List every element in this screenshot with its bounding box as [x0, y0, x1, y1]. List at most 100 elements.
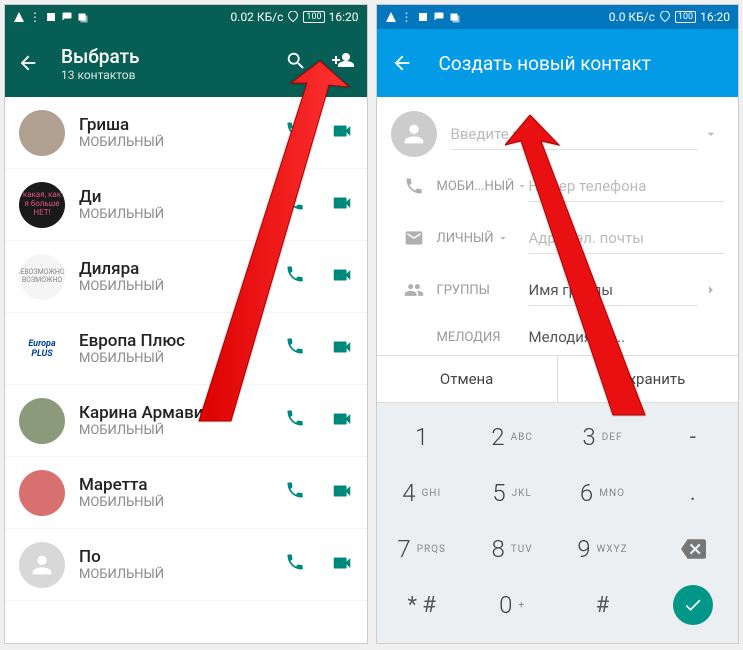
- avatar: [19, 542, 65, 588]
- group-label: ГРУППЫ: [437, 283, 529, 298]
- name-field[interactable]: Введите имя: [451, 119, 699, 150]
- call-icon[interactable]: [285, 192, 305, 218]
- dialpad-key[interactable]: 8TUV: [467, 521, 557, 577]
- contact-name: Гриша: [79, 115, 285, 135]
- contact-name: Диляра: [79, 259, 285, 279]
- dialpad-key[interactable]: 4GHI: [377, 465, 467, 521]
- contact-name: Маретта: [79, 475, 285, 495]
- ringtone-field[interactable]: Мелодия по...: [529, 322, 725, 352]
- email-icon: [391, 228, 437, 248]
- email-type-label[interactable]: ЛИЧНЫЙ: [437, 231, 529, 246]
- dialpad-key[interactable]: 7PRQS: [377, 521, 467, 577]
- dialog-actions: Отмена Сохранить: [377, 355, 739, 403]
- phone-icon: [391, 176, 437, 196]
- search-icon[interactable]: [285, 50, 307, 76]
- dialpad: 12ABC3DEF- 4GHI5JKL6MNO. 7PRQS8TUV9WXYZ * #…: [377, 403, 739, 643]
- chevron-right-icon[interactable]: [698, 282, 724, 298]
- contact-name: По: [79, 547, 285, 567]
- dialpad-key[interactable]: .: [648, 465, 738, 521]
- contact-type: МОБИЛЬНЫЙ: [79, 207, 285, 222]
- ringtone-row: МЕЛОДИЯ Мелодия по...: [391, 319, 725, 355]
- avatar: [19, 398, 65, 444]
- page-subtitle: 13 контактов: [61, 68, 285, 82]
- video-icon[interactable]: [331, 480, 353, 506]
- contact-row[interactable]: МареттаМОБИЛЬНЫЙ: [5, 457, 367, 529]
- page-title: Выбрать: [61, 45, 285, 68]
- contact-row[interactable]: НЕВОЗМОЖНОЕ ВОЗМОЖНО ДиляраМОБИЛЬНЫЙ: [5, 241, 367, 313]
- contact-name: Ди: [79, 187, 285, 207]
- contact-list[interactable]: ГришаМОБИЛЬНЫЙкакая, как я больше НЕТ!Ди…: [5, 97, 367, 601]
- header-titles: Выбрать 13 контактов: [49, 45, 285, 82]
- whatsapp-header: Выбрать 13 контактов: [5, 29, 367, 97]
- avatar: Europa PLUS: [19, 326, 65, 372]
- call-icon[interactable]: [285, 552, 305, 578]
- phone-field[interactable]: Номер телефона: [529, 171, 725, 202]
- contacts-screen: ⋮ 0.0 КБ/с 100 16:20 Создать новый конта…: [376, 4, 740, 644]
- dialpad-key[interactable]: 5JKL: [467, 465, 557, 521]
- backspace-key[interactable]: [648, 521, 738, 577]
- video-icon[interactable]: [331, 408, 353, 434]
- ringtone-label: МЕЛОДИЯ: [437, 330, 529, 345]
- back-button[interactable]: [391, 52, 425, 74]
- call-icon[interactable]: [285, 336, 305, 362]
- expand-icon[interactable]: [698, 126, 724, 142]
- add-contact-icon[interactable]: [331, 49, 355, 77]
- video-icon[interactable]: [331, 192, 353, 218]
- cancel-button[interactable]: Отмена: [377, 356, 558, 402]
- contact-type: МОБИЛЬНЫЙ: [79, 135, 285, 150]
- page-title: Создать новый контакт: [425, 52, 651, 75]
- email-field[interactable]: Адрес эл. почты: [529, 223, 725, 254]
- dialpad-key[interactable]: 6MNO: [557, 465, 647, 521]
- dialpad-key[interactable]: -: [648, 409, 738, 465]
- contact-row[interactable]: Карина АрмавиМОБИЛЬНЫЙ: [5, 385, 367, 457]
- contact-row[interactable]: ПоМОБИЛЬНЫЙ: [5, 529, 367, 601]
- dialpad-key[interactable]: 9WXYZ: [557, 521, 647, 577]
- phone-type-label[interactable]: МОБИ...НЫЙ: [437, 179, 529, 194]
- contact-type: МОБИЛЬНЫЙ: [79, 423, 285, 438]
- whatsapp-screen: ⋮ 0.02 КБ/с 100 16:20 Выбрать 13 контакт…: [4, 4, 368, 644]
- call-icon[interactable]: [285, 408, 305, 434]
- status-left: ⋮: [13, 10, 89, 24]
- contact-name: Европа Плюс: [79, 331, 285, 351]
- dialpad-key[interactable]: #: [557, 577, 647, 633]
- group-icon: [391, 280, 437, 300]
- video-icon[interactable]: [331, 552, 353, 578]
- group-row: ГРУППЫ Имя группы: [391, 267, 725, 313]
- video-icon[interactable]: [331, 264, 353, 290]
- dialpad-key[interactable]: 2ABC: [467, 409, 557, 465]
- avatar-placeholder-icon[interactable]: [391, 111, 437, 157]
- status-left: ⋮: [385, 10, 461, 24]
- avatar: какая, как я больше НЕТ!: [19, 182, 65, 228]
- email-row: ЛИЧНЫЙ Адрес эл. почты: [391, 215, 725, 261]
- avatar: [19, 470, 65, 516]
- back-button[interactable]: [17, 52, 49, 74]
- save-button[interactable]: Сохранить: [558, 356, 738, 402]
- contact-form: Введите имя МОБИ...НЫЙ Номер телефона ЛИ…: [377, 97, 739, 355]
- contact-type: МОБИЛЬНЫЙ: [79, 351, 285, 366]
- contact-type: МОБИЛЬНЫЙ: [79, 495, 285, 510]
- video-icon[interactable]: [331, 120, 353, 146]
- avatar: НЕВОЗМОЖНОЕ ВОЗМОЖНО: [19, 254, 65, 300]
- contact-row[interactable]: какая, как я больше НЕТ! ДиМОБИЛЬНЫЙ: [5, 169, 367, 241]
- status-bar: ⋮ 0.02 КБ/с 100 16:20: [5, 5, 367, 29]
- dialpad-key[interactable]: * #: [377, 577, 467, 633]
- header-actions: [285, 49, 355, 77]
- call-icon[interactable]: [285, 264, 305, 290]
- video-icon[interactable]: [331, 336, 353, 362]
- status-bar: ⋮ 0.0 КБ/с 100 16:20: [377, 5, 739, 29]
- contact-type: МОБИЛЬНЫЙ: [79, 279, 285, 294]
- call-icon[interactable]: [285, 480, 305, 506]
- dialpad-key[interactable]: 3DEF: [557, 409, 647, 465]
- avatar: [19, 110, 65, 156]
- name-row: Введите имя: [391, 111, 725, 157]
- call-icon[interactable]: [285, 120, 305, 146]
- dialpad-key[interactable]: 1: [377, 409, 467, 465]
- contact-row[interactable]: Europa PLUS Европа ПлюсМОБИЛЬНЫЙ: [5, 313, 367, 385]
- contact-type: МОБИЛЬНЫЙ: [79, 567, 285, 582]
- contact-row[interactable]: ГришаМОБИЛЬНЫЙ: [5, 97, 367, 169]
- contacts-header: Создать новый контакт: [377, 29, 739, 97]
- group-field[interactable]: Имя группы: [529, 275, 699, 306]
- done-key[interactable]: [648, 577, 738, 633]
- dialpad-key[interactable]: 0+: [467, 577, 557, 633]
- status-right: 0.02 КБ/с 100 16:20: [231, 10, 359, 24]
